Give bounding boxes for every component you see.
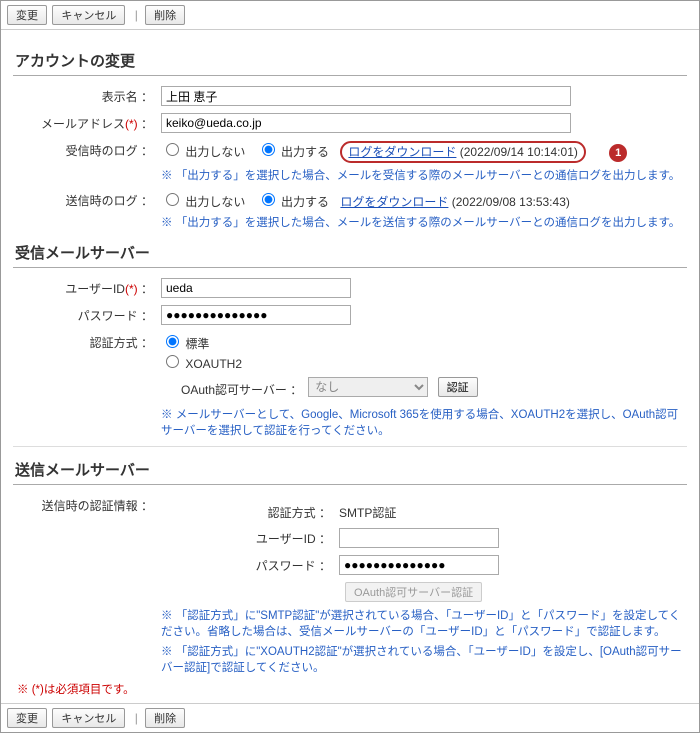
- send-log-download-link[interactable]: ログをダウンロード: [340, 195, 448, 209]
- send-log-hint: ※ 「出力する」を選択した場合、メールを送信する際のメールサーバーとの通信ログを…: [161, 214, 687, 230]
- label-recv-userid: ユーザーID(*) ：: [13, 276, 161, 297]
- send-auth-hint-1: ※ 「認証方式」に"SMTP認証"が選択されている場合、「ユーザーID」と「パス…: [161, 607, 687, 639]
- display-name-input[interactable]: [161, 86, 571, 106]
- send-log-output[interactable]: 出力する: [257, 195, 329, 209]
- delete-button[interactable]: 削除: [145, 5, 185, 25]
- recv-log-radios: 出力しない 出力する ログをダウンロード (2022/09/14 10:14:0…: [161, 140, 687, 163]
- recv-log-download-link[interactable]: ログをダウンロード: [348, 145, 456, 159]
- label-send-password: パスワード ：: [221, 553, 339, 574]
- label-recv-log: 受信時のログ ：: [13, 138, 161, 159]
- label-recv-password: パスワード ：: [13, 303, 161, 324]
- cancel-button-bottom[interactable]: キャンセル: [52, 708, 125, 728]
- section-account-title: アカウントの変更: [13, 46, 687, 76]
- divider: [13, 446, 687, 447]
- send-auth-method-value: SMTP認証: [339, 506, 396, 520]
- delete-button-bottom[interactable]: 削除: [145, 708, 185, 728]
- callout-1: 1: [609, 144, 627, 162]
- save-button[interactable]: 変更: [7, 5, 47, 25]
- top-toolbar: 変更 キャンセル | 削除: [1, 1, 699, 30]
- recv-log-timestamp: (2022/09/14 10:14:01): [460, 145, 578, 159]
- label-send-auth-info: 送信時の認証情報 ：: [13, 493, 161, 514]
- save-button-bottom[interactable]: 変更: [7, 708, 47, 728]
- oauth-server-select[interactable]: なし: [308, 377, 428, 397]
- oauth-auth-button[interactable]: 認証: [438, 377, 478, 397]
- recv-log-download-pill: ログをダウンロード (2022/09/14 10:14:01): [340, 141, 585, 163]
- recv-log-no-output[interactable]: 出力しない: [161, 145, 245, 159]
- send-auth-hint-2: ※ 「認証方式」に"XOAUTH2認証"が選択されている場合、「ユーザーID」を…: [161, 643, 687, 675]
- mail-address-input[interactable]: [161, 113, 571, 133]
- recv-auth-hint: ※ メールサーバーとして、Google、Microsoft 365を使用する場合…: [161, 406, 687, 438]
- recv-userid-input[interactable]: [161, 278, 351, 298]
- recv-log-output[interactable]: 出力する: [257, 145, 329, 159]
- send-userid-input[interactable]: [339, 528, 499, 548]
- send-oauth-auth-button[interactable]: OAuth認可サーバー認証: [345, 582, 482, 602]
- toolbar-separator: |: [135, 8, 138, 22]
- send-log-no-output[interactable]: 出力しない: [161, 195, 245, 209]
- label-oauth-server: OAuth認可サーバー ：: [181, 377, 308, 398]
- label-mail-address: メールアドレス(*) ：: [13, 111, 161, 132]
- section-send-title: 送信メールサーバー: [13, 455, 687, 485]
- recv-auth-xoauth2[interactable]: XOAUTH2: [161, 357, 242, 371]
- required-footnote: ※ (*)は必須項目です。: [17, 681, 687, 697]
- label-send-userid: ユーザーID ：: [221, 526, 339, 547]
- cancel-button[interactable]: キャンセル: [52, 5, 125, 25]
- label-recv-auth: 認証方式 ：: [13, 330, 161, 351]
- label-send-auth-method: 認証方式 ：: [221, 500, 339, 521]
- send-log-timestamp: (2022/09/08 13:53:43): [452, 195, 570, 209]
- recv-password-input[interactable]: [161, 305, 351, 325]
- recv-log-hint: ※ 「出力する」を選択した場合、メールを受信する際のメールサーバーとの通信ログを…: [161, 167, 687, 183]
- label-display-name: 表示名 ：: [13, 84, 161, 105]
- section-recv-title: 受信メールサーバー: [13, 238, 687, 268]
- send-log-radios: 出力しない 出力する ログをダウンロード (2022/09/08 13:53:4…: [161, 190, 687, 210]
- label-send-log: 送信時のログ ：: [13, 188, 161, 209]
- recv-auth-standard[interactable]: 標準: [161, 337, 209, 351]
- bottom-toolbar: 変更 キャンセル | 削除: [1, 703, 699, 732]
- toolbar-separator-bottom: |: [135, 711, 138, 725]
- send-password-input[interactable]: [339, 555, 499, 575]
